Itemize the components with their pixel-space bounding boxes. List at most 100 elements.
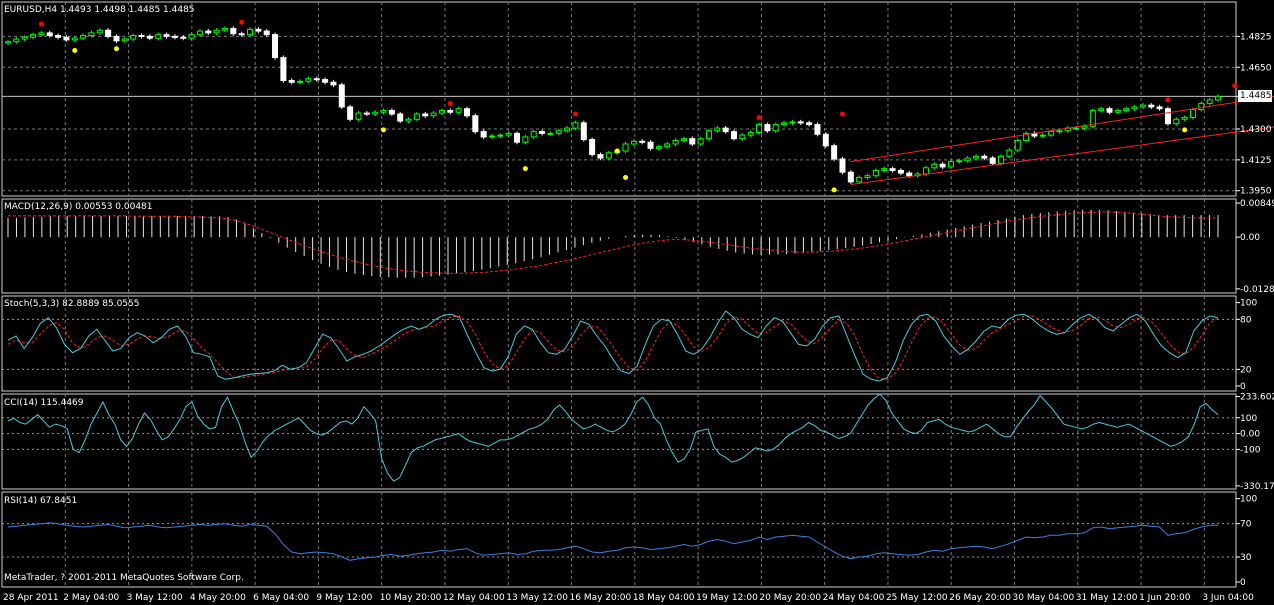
candle: [756, 124, 763, 134]
candle: [438, 109, 445, 114]
candle: [714, 127, 721, 132]
candle: [1048, 131, 1055, 136]
candle: [305, 78, 312, 82]
rsi-pane[interactable]: [2, 522, 1236, 561]
axes: 28 Apr 2011 2 May 04:00 3 May 12:00 4 May 2…: [3, 32, 1274, 603]
candle: [397, 113, 404, 122]
candle: [497, 134, 504, 137]
macd-pane[interactable]: [7, 209, 1219, 278]
candle: [781, 122, 788, 126]
fractal-up-marker: [572, 111, 578, 117]
candle: [505, 132, 512, 136]
candle: [430, 112, 437, 117]
y-tick-label: 233.602: [1240, 393, 1274, 403]
macd-signal-line: [8, 211, 1218, 274]
candle: [1073, 127, 1080, 130]
main-header: EURUSD,H4 1.4493 1.4498 1.4485 1.4485: [4, 5, 195, 15]
candle: [1173, 118, 1180, 125]
candle: [889, 168, 896, 171]
candle: [138, 35, 145, 38]
cci-line: [7, 393, 1219, 482]
fractal-up-marker: [756, 115, 762, 121]
candle: [1056, 130, 1063, 133]
rsi-line: [7, 522, 1218, 561]
candle: [814, 124, 821, 135]
candle: [1114, 109, 1121, 113]
candle: [630, 140, 637, 145]
candle: [388, 109, 395, 115]
candle: [772, 124, 779, 132]
candle: [21, 36, 28, 40]
candle: [906, 172, 913, 177]
fractal-down-marker: [831, 187, 837, 193]
candle: [1164, 108, 1171, 125]
candle: [1131, 106, 1138, 110]
candle: [422, 113, 429, 117]
candle: [38, 32, 45, 36]
candle: [739, 134, 746, 140]
candle: [288, 79, 295, 83]
y-tick-label: 1.4300: [1240, 125, 1272, 135]
candle: [964, 157, 971, 162]
fractal-down-marker: [614, 148, 620, 154]
channel-line: [850, 95, 1274, 163]
x-tick-label: 10 May 20:00: [380, 593, 442, 603]
x-tick-label: 4 May 20:00: [190, 593, 246, 603]
candle: [555, 130, 562, 134]
candle: [1156, 106, 1163, 110]
x-tick-label: 18 May 04:00: [633, 593, 695, 603]
x-tick-label: 16 May 20:00: [570, 593, 632, 603]
candle: [514, 132, 521, 143]
y-tick-label: 0: [1240, 382, 1246, 392]
candle: [163, 34, 170, 37]
candle: [347, 106, 354, 120]
candle: [205, 30, 212, 34]
y-tick-label: 0: [1240, 578, 1246, 588]
candle: [947, 161, 954, 168]
grid: [1, 1, 1237, 588]
candle: [789, 121, 796, 124]
y-tick-label: 100: [1240, 414, 1257, 424]
candle: [88, 32, 95, 37]
candle: [105, 29, 112, 37]
candle: [80, 35, 87, 39]
candle: [530, 131, 537, 138]
candle: [480, 131, 487, 138]
candle: [664, 143, 671, 148]
y-tick-label: 80: [1240, 315, 1252, 325]
candle: [113, 35, 120, 42]
candle: [1106, 108, 1113, 113]
candle: [330, 81, 337, 86]
candle: [797, 121, 804, 124]
fractal-down-marker: [72, 48, 78, 53]
price-pane[interactable]: [2, 19, 1274, 193]
candle: [372, 111, 379, 115]
candle: [46, 32, 53, 37]
candle: [956, 160, 963, 163]
candle: [580, 122, 587, 141]
candle: [13, 38, 20, 43]
trading-chart[interactable]: 28 Apr 2011 2 May 04:00 3 May 12:00 4 May 2…: [0, 0, 1274, 605]
candle: [263, 30, 270, 36]
y-tick-label: 1.3950: [1240, 187, 1272, 197]
candle: [55, 35, 62, 38]
candle: [856, 176, 863, 183]
stochastic-pane[interactable]: [2, 310, 1236, 382]
cci-header: CCI(14) 115.4469: [4, 398, 84, 408]
candle: [672, 139, 679, 145]
candle: [881, 168, 888, 171]
pane-border: [1, 393, 1237, 490]
candle: [272, 34, 279, 59]
candle: [405, 118, 412, 122]
candle: [689, 138, 696, 145]
candle: [255, 28, 262, 32]
candle: [697, 138, 704, 145]
candle: [764, 124, 771, 132]
candle: [146, 35, 153, 39]
y-tick-label: 0.00: [1240, 233, 1260, 243]
candle: [864, 175, 871, 178]
cci-pane[interactable]: [2, 393, 1236, 482]
candle: [171, 35, 178, 38]
x-tick-label: 30 May 04:00: [1013, 593, 1075, 603]
candle: [221, 27, 228, 31]
